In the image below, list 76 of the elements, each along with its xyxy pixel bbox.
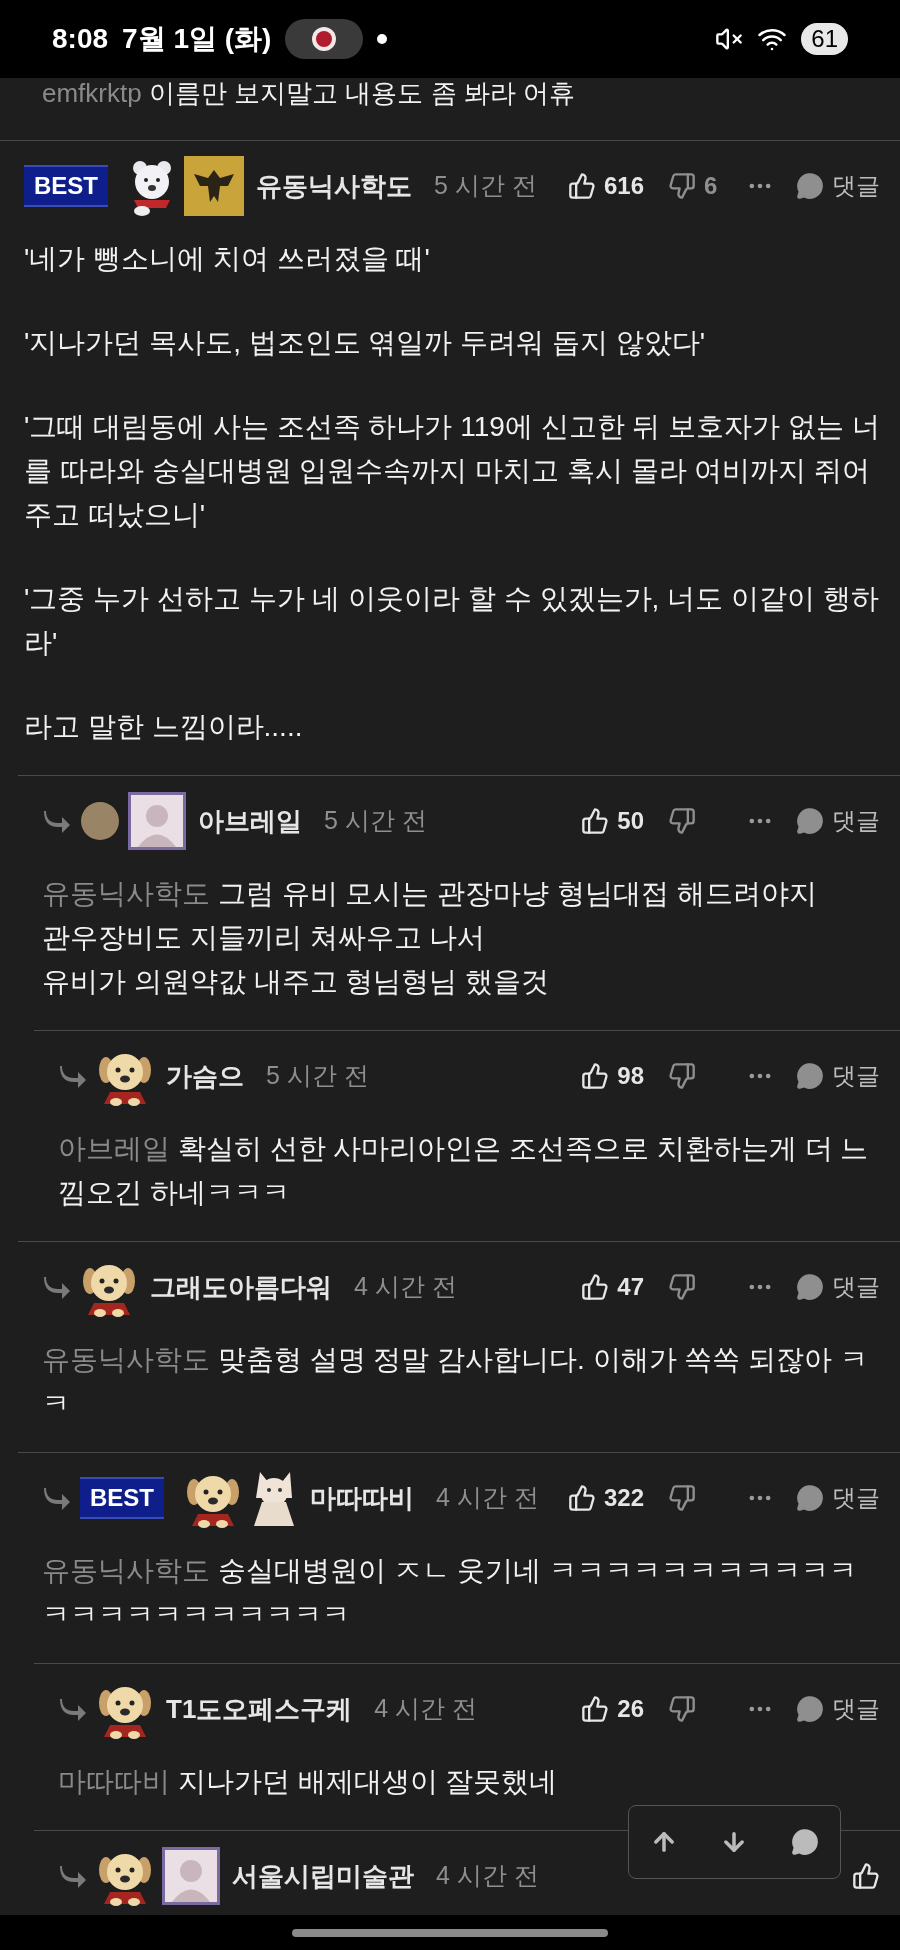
like-count: 26 (617, 1694, 644, 1724)
comment-text: '그중 누가 선하고 누가 네 이웃이라 할 수 있겠는가, 너도 이같이 행하라' (24, 582, 880, 660)
best-badge: BEST (24, 165, 108, 207)
logo-icon (311, 26, 338, 52)
dislike-icon[interactable] (668, 1062, 696, 1090)
like-count: 50 (617, 806, 644, 836)
dislike-icon[interactable] (668, 1695, 696, 1723)
timestamp: 5 시간 전 (434, 170, 537, 202)
comment-text: 마따따비 지나가던 배제대생이 잘못했네 (58, 1765, 559, 1799)
like-count: 47 (617, 1272, 644, 1302)
like-icon[interactable] (567, 172, 596, 200)
avatar-icon (128, 792, 186, 850)
like-icon[interactable] (581, 1273, 610, 1301)
dislike-icon[interactable] (668, 1273, 696, 1301)
timestamp: 4 시간 전 (436, 1860, 539, 1892)
reply-link[interactable]: 댓글 (832, 1691, 880, 1727)
author-name[interactable]: 서울시립미술관 (232, 1856, 414, 1896)
comment-text: 라고 말한 느낌이라..... (24, 710, 304, 744)
reply-arrow-icon (42, 1486, 72, 1510)
author-name[interactable]: 가슴으 (166, 1056, 244, 1096)
home-indicator[interactable] (292, 1928, 608, 1937)
dislike-icon[interactable] (668, 1484, 696, 1512)
comment-text: '네가 뺑소니에 치여 쓰러졌을 때' (24, 242, 431, 276)
eagle-emblem-icon (184, 156, 244, 216)
timestamp: 5 시간 전 (324, 805, 427, 837)
reply-link[interactable]: 댓글 (832, 803, 880, 839)
comment-icon[interactable] (796, 172, 824, 200)
comment-text: 유동닉사학도 그럼 유비 모시는 관장마냥 형님대접 해드려야지 관우장비도 지들끼리 쳐싸우고 나서 유비가 의원약값 내주고 형님형님 했을것 (42, 877, 818, 999)
comment-text: '지나가던 목사도, 법조인도 엮일까 두려워 돕지 않았다' (24, 326, 707, 360)
comment-icon[interactable] (796, 1062, 824, 1090)
author-name[interactable]: 그래도아름다워 (150, 1267, 332, 1307)
like-icon[interactable] (581, 1695, 610, 1723)
status-date: 7월 1일 (화) (122, 22, 272, 56)
reply-link[interactable]: 댓글 (832, 168, 880, 204)
comment-icon[interactable] (796, 1695, 824, 1723)
dislike-icon[interactable] (668, 172, 696, 200)
like-count: 98 (617, 1061, 644, 1091)
like-count: 616 (603, 171, 644, 201)
comment-text: 유동닉사학도 맞춤형 설명 정말 감사합니다. 이해가 쏙쏙 되잖아 ㅋㅋ (42, 1343, 869, 1421)
timestamp: 4 시간 전 (436, 1482, 539, 1514)
reply-arrow-icon (42, 1275, 72, 1299)
dislike-icon[interactable] (668, 807, 696, 835)
best-badge: BEST (80, 1477, 164, 1519)
comment-icon[interactable] (796, 1484, 824, 1512)
comment-icon[interactable] (796, 807, 824, 835)
timestamp: 4 시간 전 (354, 1271, 457, 1303)
reply-link[interactable]: 댓글 (832, 1480, 880, 1516)
timestamp: 5 시간 전 (266, 1060, 369, 1092)
comment-text: emfkrktp 이름만 보지말고 내용도 좀 봐라 어휴 (42, 78, 576, 108)
reply-arrow-icon (58, 1064, 88, 1088)
author-name[interactable]: T1도오페스구케 (166, 1689, 353, 1729)
avatar-icon (162, 1847, 220, 1905)
comment-text: '그때 대림동에 사는 조선족 하나가 119에 신고한 뒤 보호자가 없는 너를 따라와 숭실대병원 입원수속까지 마치고 혹시 몰라 여비까지 쥐어주고 떠났으니' (24, 410, 880, 532)
notification-dot-icon (377, 34, 388, 44)
reply-link[interactable]: 댓글 (832, 1058, 880, 1094)
status-time: 8:08 (52, 22, 109, 56)
comment-text: 아브레일 확실히 선한 사마리아인은 조선족으로 치환하는게 더 느낌오긴 하네ㅋㅋㅋ (58, 1132, 870, 1210)
battery-level: 61 (801, 23, 848, 55)
reply-link[interactable]: 댓글 (832, 1269, 880, 1305)
author-name[interactable]: 마따따비 (310, 1478, 414, 1518)
comment-icon[interactable] (790, 1828, 819, 1856)
like-icon[interactable] (852, 1862, 880, 1890)
comment-icon[interactable] (796, 1273, 824, 1301)
author-name[interactable]: 아브레일 (198, 801, 302, 841)
like-icon[interactable] (567, 1484, 596, 1512)
timestamp: 4 시간 전 (374, 1693, 478, 1725)
author-name[interactable]: 유동닉사학도 (256, 166, 412, 206)
like-icon[interactable] (581, 807, 610, 835)
reply-arrow-icon (42, 809, 72, 833)
reply-arrow-icon (58, 1697, 88, 1721)
circle-avatar-icon (80, 801, 120, 841)
comment-text: 유동닉사학도 숭실대병원이 ㅈㄴ 웃기네 ㅋㅋㅋㅋㅋㅋㅋㅋㅋㅋㅋㅋㅋㅋㅋㅋㅋㅋㅋㅋㅋㅋ (42, 1554, 859, 1632)
dislike-count: 6 (704, 171, 719, 201)
like-count: 322 (603, 1483, 644, 1513)
reply-arrow-icon (58, 1864, 88, 1888)
like-icon[interactable] (581, 1062, 610, 1090)
